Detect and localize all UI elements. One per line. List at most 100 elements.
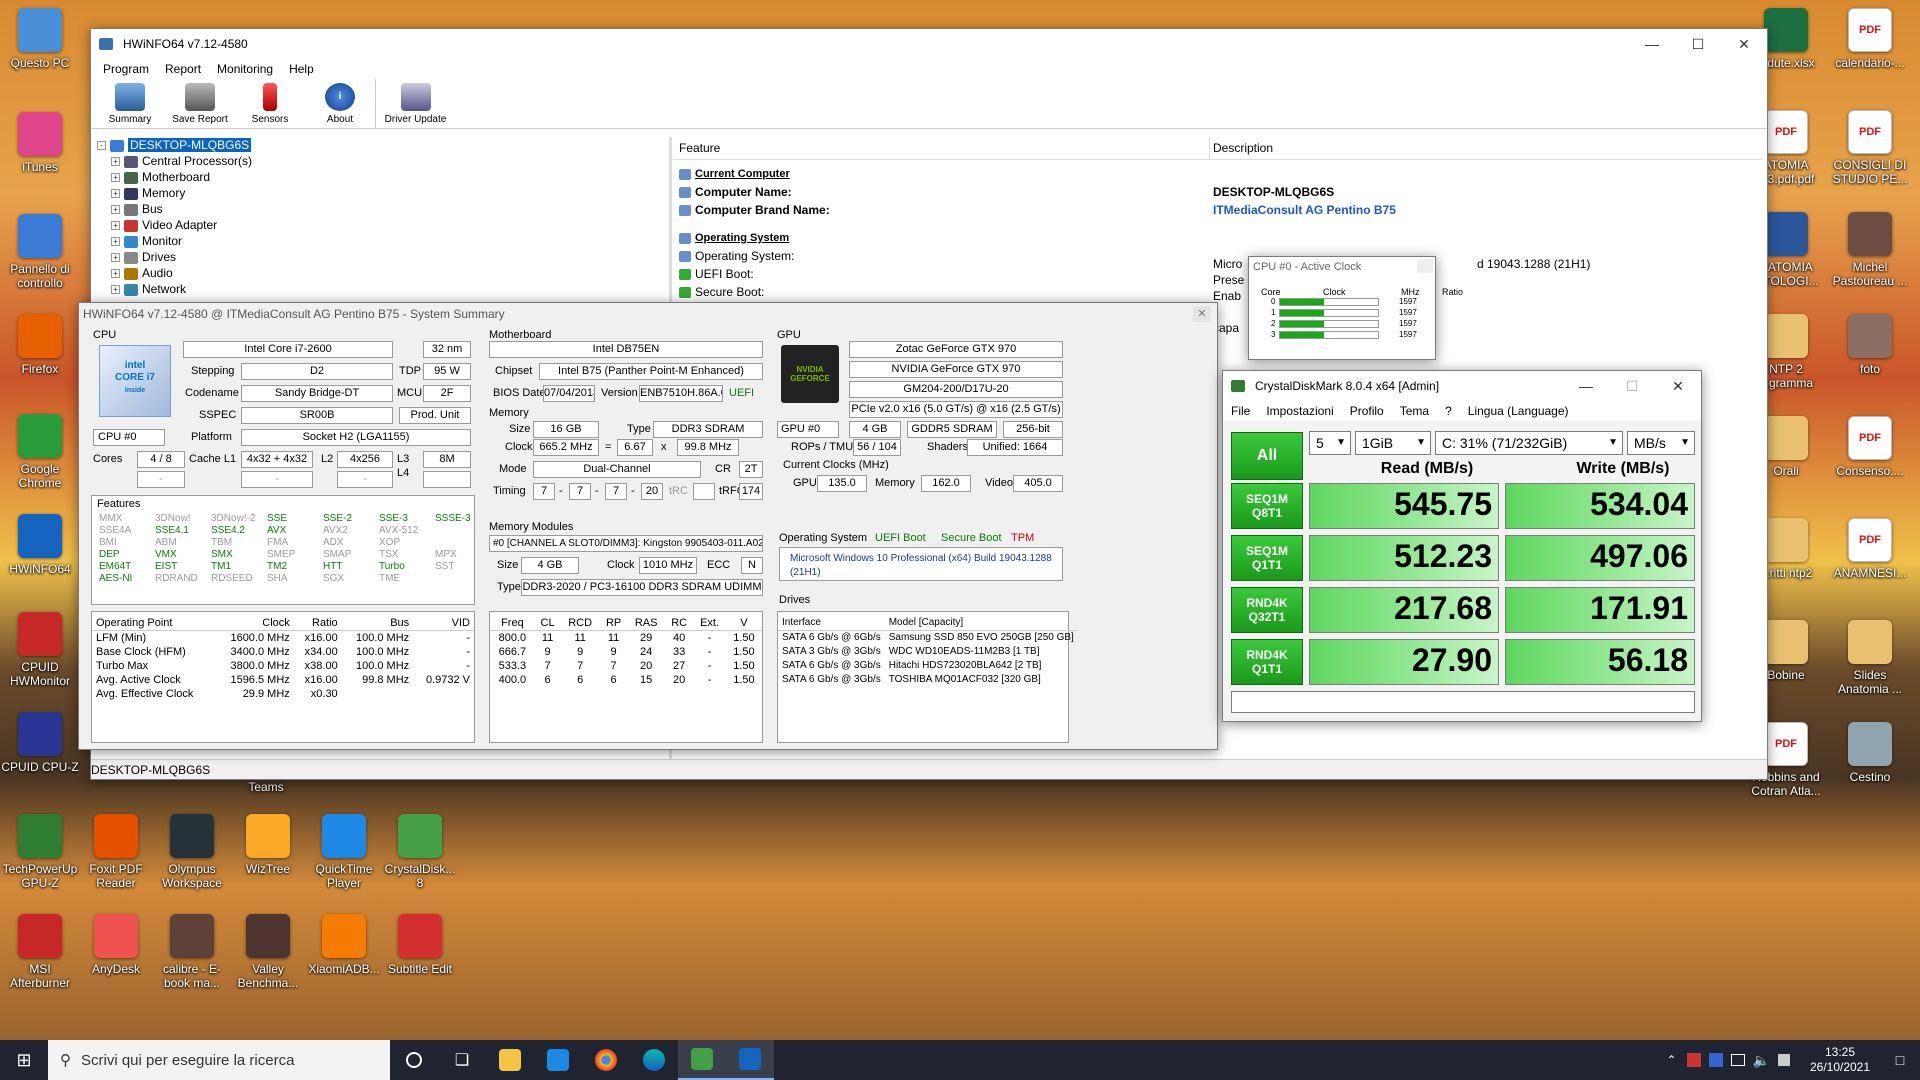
desktop-icon-anamnesi[interactable]: PDF ANAMNESI... <box>1830 518 1910 580</box>
column-header-ratio[interactable]: Ratio <box>293 616 342 631</box>
minimize-icon[interactable]: — <box>1629 29 1675 59</box>
cpu-selector[interactable]: CPU #0 <box>93 429 165 446</box>
cdm-titlebar[interactable]: CrystalDiskMark 8.0.4 x64 [Admin] — ☐ ✕ <box>1223 371 1701 401</box>
column-header-operating-point[interactable]: Operating Point <box>92 616 216 631</box>
feature-row-computer-brand-name[interactable]: Computer Brand Name: <box>679 203 830 218</box>
maximize-icon[interactable]: ☐ <box>1609 371 1655 401</box>
desktop-icon-wiztree[interactable]: WizTree <box>228 814 308 876</box>
minimize-icon[interactable]: — <box>1563 371 1609 401</box>
taskbar-edge[interactable] <box>630 1040 678 1080</box>
tree-item-bus[interactable]: + Bus <box>97 201 667 217</box>
column-header-rp[interactable]: RP <box>599 616 628 631</box>
sensors-button[interactable]: Sensors <box>235 79 305 128</box>
column-header-ras[interactable]: RAS <box>627 616 666 631</box>
menu-lingua[interactable]: Lingua (Language) <box>1460 404 1577 418</box>
desktop-icon-foxit-pdf-reader[interactable]: Foxit PDF Reader <box>76 814 156 890</box>
desktop-icon-cestino[interactable]: Cestino <box>1830 722 1910 784</box>
table-row[interactable]: Avg. Active Clock 1596.5 MHz x16.00 99.8 MH… <box>92 673 474 687</box>
expand-icon[interactable]: + <box>111 221 120 231</box>
desktop-icon-firefox[interactable]: Firefox <box>0 314 80 376</box>
column-header-rc[interactable]: RC <box>665 616 694 631</box>
tray-network-icon[interactable] <box>1730 1054 1745 1066</box>
menu-tema[interactable]: Tema <box>1392 404 1437 418</box>
unit-select[interactable]: MB/s ▼ <box>1627 431 1695 455</box>
desktop-icon-michel-pastoureau[interactable]: Michel Pastoureau ... <box>1830 212 1910 288</box>
cortana-button[interactable] <box>390 1040 438 1080</box>
run-all-button[interactable]: All <box>1231 432 1303 480</box>
tree-item-drives[interactable]: + Drives <box>97 249 667 265</box>
notifications-icon[interactable]: □ <box>1880 1052 1920 1068</box>
test-count-select[interactable]: 5 ▼ <box>1309 431 1351 455</box>
tree-item-motherboard[interactable]: + Motherboard <box>97 169 667 185</box>
tray-chevron-up-icon[interactable]: ⌃ <box>1667 1053 1677 1067</box>
desktop-icon-pannello-di-controllo[interactable]: Pannello di controllo <box>0 214 80 290</box>
column-header-clock[interactable]: Clock <box>215 616 294 631</box>
desktop-icon-consenso[interactable]: PDF Consenso.... <box>1830 416 1910 478</box>
desktop-icon-msi-afterburner[interactable]: MSI Afterburner <box>0 914 80 990</box>
table-row[interactable]: 533.3 7 7 7 20 27 - 1.50 <box>490 659 762 673</box>
desktop-icon-subtitle-edit[interactable]: Subtitle Edit <box>380 914 460 976</box>
tray-icon-hwinfo[interactable] <box>1686 1053 1701 1067</box>
feature-row-secure-boot[interactable]: Secure Boot: <box>679 285 764 300</box>
expand-icon[interactable]: + <box>111 173 120 183</box>
run-seq1m-q1t1-button[interactable]: SEQ1M Q1T1 <box>1231 535 1303 581</box>
run-rnd4k-q32t1-button[interactable]: RND4K Q32T1 <box>1231 587 1303 633</box>
desktop-icon-crystaldisk-8[interactable]: CrystalDisk... 8 <box>380 814 460 890</box>
taskbar-explorer[interactable] <box>486 1040 534 1080</box>
desktop-icon-questo-pc[interactable]: Questo PC <box>0 8 80 70</box>
column-header-bus[interactable]: Bus <box>341 616 414 631</box>
table-row[interactable]: Base Clock (HFM) 3400.0 MHz x34.00 100.0 MH… <box>92 645 474 659</box>
start-button[interactable]: ⊞ <box>0 1040 48 1080</box>
table-row[interactable]: SATA 6 Gb/s @ 3Gb/s TOSHIBA MQ01ACF032 [3… <box>778 673 1078 687</box>
col-feature-header[interactable]: Feature <box>679 141 720 156</box>
gpu-selector[interactable]: GPU #0 <box>777 421 839 438</box>
tree-item-video-adapter[interactable]: + Video Adapter <box>97 217 667 233</box>
close-icon[interactable]: ✕ <box>1721 29 1767 59</box>
expand-icon[interactable]: + <box>111 237 120 247</box>
taskbar-chrome[interactable] <box>582 1040 630 1080</box>
column-header-cl[interactable]: CL <box>534 616 561 631</box>
hwinfo-titlebar[interactable]: HWiNFO64 v7.12-4580 — ☐ ✕ <box>91 29 1767 59</box>
menu-monitoring[interactable]: Monitoring <box>209 62 281 76</box>
expand-icon[interactable]: + <box>111 189 120 199</box>
desktop-icon-xiaomiadb[interactable]: XiaomiADB... <box>304 914 384 976</box>
desktop-icon-anydesk[interactable]: AnyDesk <box>76 914 156 976</box>
desktop-icon-cpuid-cpu-z[interactable]: CPUID CPU-Z <box>0 712 80 774</box>
summary-button[interactable]: Summary <box>95 79 165 128</box>
desktop-icon-calendario[interactable]: PDF calendario-... <box>1830 8 1910 70</box>
menu-help[interactable]: ? <box>1437 404 1460 418</box>
expand-icon[interactable]: + <box>111 205 120 215</box>
run-seq1m-q8t1-button[interactable]: SEQ1M Q8T1 <box>1231 483 1303 529</box>
desktop-icon-olympus-workspace[interactable]: Olympus Workspace <box>152 814 232 890</box>
close-icon[interactable]: ✕ <box>1193 306 1211 322</box>
desktop-icon-calibre-e-book-ma[interactable]: calibre - E-book ma... <box>152 914 232 990</box>
feature-row-uefi-boot[interactable]: UEFI Boot: <box>679 267 754 282</box>
taskbar-mail[interactable] <box>534 1040 582 1080</box>
column-header-interface[interactable]: Interface <box>778 616 885 631</box>
table-row[interactable]: 400.0 6 6 6 15 20 - 1.50 <box>490 673 762 687</box>
collapse-icon[interactable]: - <box>97 141 106 151</box>
desktop-icon-cpuid-hwmonitor[interactable]: CPUID HWMonitor <box>0 612 80 688</box>
expand-icon[interactable]: + <box>111 285 120 295</box>
desktop-icon-consigli-di-studio-pe[interactable]: PDF CONSIGLI DI STUDIO PE... <box>1830 110 1910 186</box>
menu-file[interactable]: File <box>1223 404 1258 418</box>
desktop-icon-itunes[interactable]: iTunes <box>0 112 80 174</box>
desktop-icon-slides-anatomia[interactable]: Slides Anatomia ... <box>1830 620 1910 696</box>
close-icon[interactable]: ✕ <box>1655 371 1701 401</box>
table-row[interactable]: SATA 6 Gb/s @ 6Gb/s Samsung SSD 850 EVO 2… <box>778 631 1078 646</box>
table-row[interactable]: LFM (Min) 1600.0 MHz x16.00 100.0 MHz - <box>92 631 474 646</box>
tree-item-monitor[interactable]: + Monitor <box>97 233 667 249</box>
clock[interactable]: 13:25 26/10/2021 <box>1800 1045 1880 1075</box>
menu-impostazioni[interactable]: Impostazioni <box>1258 404 1341 418</box>
run-rnd4k-q1t1-button[interactable]: RND4K Q1T1 <box>1231 639 1303 685</box>
table-row[interactable]: SATA 3 Gb/s @ 3Gb/s WDC WD10EADS-11M2B3 [… <box>778 645 1078 659</box>
tray-volume-icon[interactable]: 🔈 <box>1753 1052 1770 1069</box>
desktop-icon-techpowerup-gpu-z[interactable]: TechPowerUp GPU-Z <box>0 814 80 890</box>
memory-module-select[interactable]: #0 [CHANNEL A SLOT0/DIMM3]: Kingston 990… <box>489 535 763 552</box>
tree-item-memory[interactable]: + Memory <box>97 185 667 201</box>
desktop-icon-quicktime-player[interactable]: QuickTime Player <box>304 814 384 890</box>
desktop-icon-hwinfo64[interactable]: HWiNFO64 <box>0 514 80 576</box>
column-header-freq[interactable]: Freq <box>490 616 535 631</box>
drive-select[interactable]: C: 31% (71/232GiB) ▼ <box>1435 431 1623 455</box>
desktop-icon-teams-label[interactable]: Teams <box>226 780 306 794</box>
